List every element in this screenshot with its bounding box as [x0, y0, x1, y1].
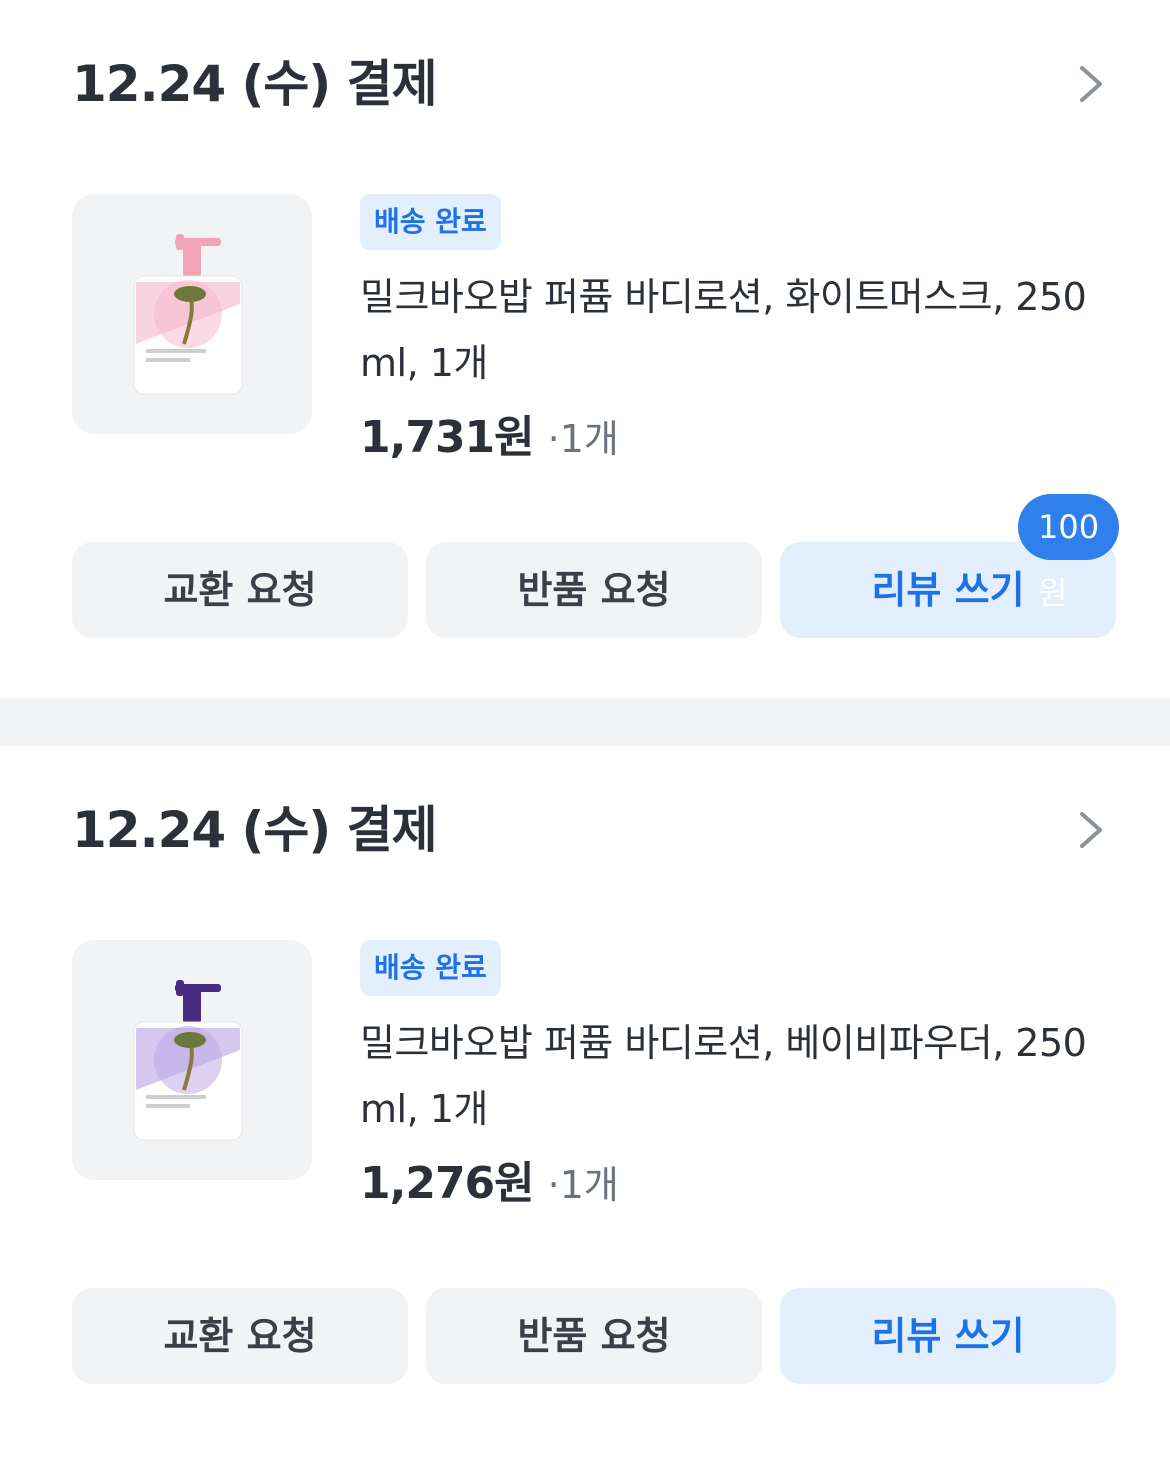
- order-actions: 교환 요청 반품 요청 리뷰 쓰기 100원: [72, 494, 1120, 638]
- order-date-title: 12.24 (수) 결제: [72, 55, 438, 113]
- product-thumbnail[interactable]: [72, 940, 312, 1180]
- product-name[interactable]: 밀크바오밥 퍼퓸 바디로션, 화이트머스크, 250ml, 1개: [360, 264, 1110, 396]
- chevron-right-icon[interactable]: [1072, 58, 1112, 110]
- order-card: 12.24 (수) 결제 배송 완료 밀크바오밥 퍼퓸 바디로션, 베이비파우더…: [0, 746, 1170, 1484]
- order-date-title: 12.24 (수) 결제: [72, 801, 438, 859]
- order-actions: 교환 요청 반품 요청 리뷰 쓰기: [72, 1288, 1116, 1384]
- delivery-status-badge: 배송 완료: [360, 194, 501, 250]
- product-info: 배송 완료 밀크바오밥 퍼퓸 바디로션, 베이비파우더, 250ml, 1개 1…: [360, 940, 1120, 1216]
- exchange-request-button[interactable]: 교환 요청: [72, 1288, 408, 1384]
- product-price: 1,276원: [360, 1158, 535, 1209]
- chevron-right-icon[interactable]: [1072, 804, 1112, 856]
- review-reward-badge: 100원: [1018, 494, 1120, 612]
- product-info: 배송 완료 밀크바오밥 퍼퓸 바디로션, 화이트머스크, 250ml, 1개 1…: [360, 194, 1120, 470]
- product-quantity: ·1개: [547, 417, 619, 461]
- write-review-button[interactable]: 리뷰 쓰기: [780, 1288, 1116, 1384]
- lotion-bottle-image: [133, 980, 243, 1141]
- product-price: 1,731원: [360, 412, 535, 463]
- price-row: 1,731원 ·1개: [360, 406, 1120, 470]
- exchange-request-button[interactable]: 교환 요청: [72, 542, 408, 638]
- product-name[interactable]: 밀크바오밥 퍼퓸 바디로션, 베이비파우더, 250ml, 1개: [360, 1010, 1110, 1142]
- delivery-status-badge: 배송 완료: [360, 940, 501, 996]
- product-quantity: ·1개: [547, 1163, 619, 1207]
- order-card: 12.24 (수) 결제 배송 완료 밀크바오밥 퍼퓸 바디로션, 화이트머스크…: [0, 0, 1170, 698]
- return-request-button[interactable]: 반품 요청: [426, 542, 762, 638]
- order-header[interactable]: 12.24 (수) 결제: [72, 790, 1112, 870]
- product-thumbnail[interactable]: [72, 194, 312, 434]
- return-request-button[interactable]: 반품 요청: [426, 1288, 762, 1384]
- lotion-bottle-image: [133, 234, 243, 395]
- order-header[interactable]: 12.24 (수) 결제: [72, 44, 1112, 124]
- price-row: 1,276원 ·1개: [360, 1152, 1120, 1216]
- section-divider: [0, 698, 1170, 746]
